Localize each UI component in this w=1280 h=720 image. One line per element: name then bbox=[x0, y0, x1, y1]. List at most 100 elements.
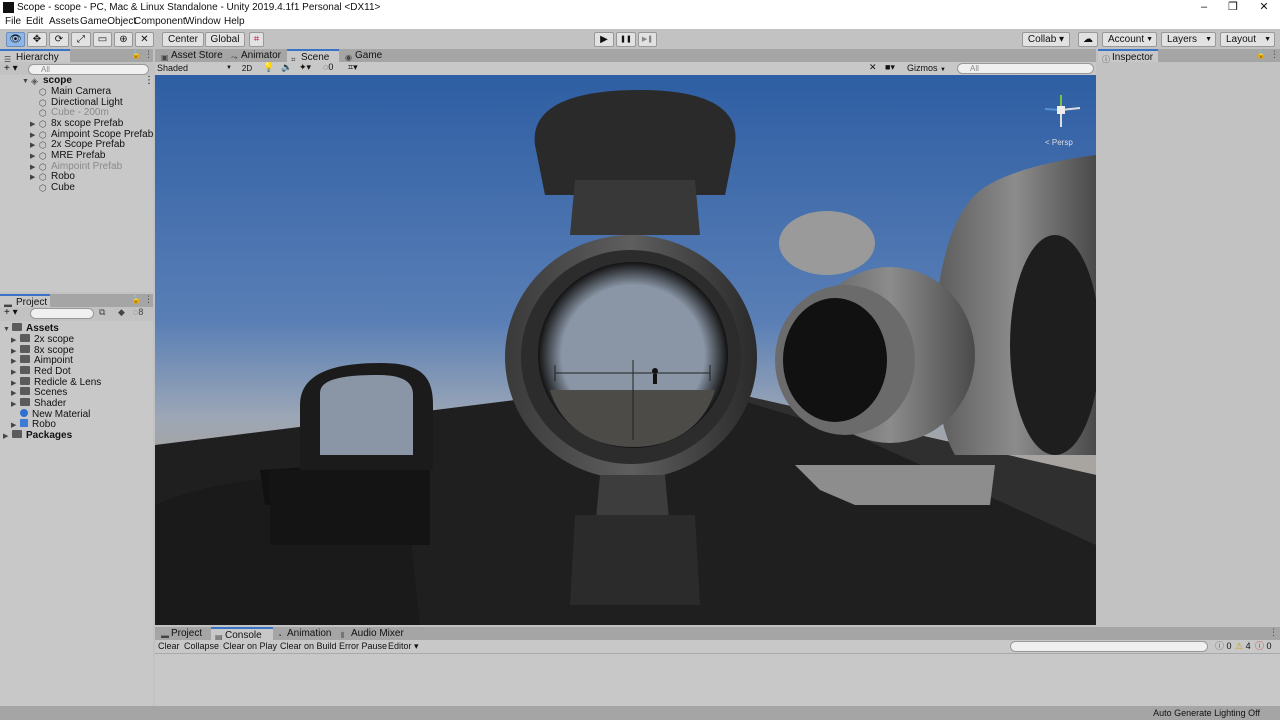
step-button[interactable]: ▶❚ bbox=[638, 32, 657, 47]
menu-gameobject[interactable]: GameObject bbox=[80, 16, 136, 27]
menu-window[interactable]: Window bbox=[185, 16, 221, 27]
hierarchy-item-cube[interactable]: ⬡ Cube bbox=[30, 183, 75, 193]
tab-animator[interactable]: ⤳ Animator bbox=[227, 49, 287, 62]
tab-inspector[interactable]: ⓘ Inspector bbox=[1098, 49, 1158, 64]
chevron-down-icon: ▼ bbox=[1146, 36, 1153, 43]
auto-lighting-status[interactable]: Auto Generate Lighting Off bbox=[1153, 708, 1260, 718]
error-pause-button[interactable]: Error Pause bbox=[339, 640, 387, 653]
warning-icon: ⚠ bbox=[1235, 641, 1244, 651]
tab-animation[interactable]: ◔ Animation bbox=[273, 627, 337, 640]
persp-label[interactable]: < Persp bbox=[1045, 138, 1073, 147]
project-add-button[interactable]: + ▾ bbox=[4, 307, 18, 318]
scene-search-input[interactable]: All bbox=[957, 63, 1094, 74]
filter-label-icon[interactable]: ◆ bbox=[118, 307, 125, 318]
panel-menu-icon[interactable]: ⋮ bbox=[144, 49, 153, 60]
pivot-center-button[interactable]: Center bbox=[162, 32, 204, 47]
cloud-glyph: ☁ bbox=[1083, 34, 1093, 45]
filter-type-icon[interactable]: ⧉ bbox=[99, 307, 105, 318]
scale-tool-icon[interactable]: ⤢ bbox=[71, 32, 91, 47]
expand-arrow-icon[interactable]: ▶ bbox=[30, 120, 39, 130]
tab-console[interactable]: ▤ Console bbox=[211, 627, 273, 642]
project-tabbar: ▬ Project 🔒 ⋮ bbox=[0, 294, 153, 309]
grid-snap-icon[interactable]: ⌗ bbox=[249, 32, 264, 47]
close-button[interactable]: ✕ bbox=[1249, 0, 1279, 15]
audio-toggle-icon[interactable]: 🔈 bbox=[281, 62, 292, 73]
warning-count[interactable]: ⚠ 4 bbox=[1235, 640, 1251, 653]
effects-toggle-icon[interactable]: ✦▾ bbox=[299, 62, 311, 73]
hierarchy-item-label: Robo bbox=[51, 171, 75, 182]
project-packages-root[interactable]: ▶ Packages bbox=[3, 430, 72, 442]
console-log-area[interactable] bbox=[155, 653, 1280, 706]
clear-on-play-button[interactable]: Clear on Play bbox=[223, 640, 277, 653]
tab-game[interactable]: ◉ Game bbox=[341, 49, 391, 62]
tab-label: Asset Store bbox=[171, 50, 223, 61]
tab-hierarchy[interactable]: ☰ Hierarchy bbox=[0, 49, 70, 64]
hidden-packages-icon[interactable]: ◌8 bbox=[133, 307, 143, 317]
log-count[interactable]: ⓘ 0 bbox=[1215, 640, 1232, 653]
lock-icon[interactable]: 🔒 bbox=[131, 50, 141, 59]
lock-icon[interactable]: 🔒 bbox=[1256, 50, 1266, 59]
account-dropdown[interactable]: Account ▼ bbox=[1102, 32, 1157, 47]
tab-scene[interactable]: ⌗ Scene bbox=[287, 49, 339, 64]
scope-cap-hinge bbox=[570, 180, 700, 235]
scene-render[interactable] bbox=[155, 75, 1096, 625]
cloud-icon[interactable]: ☁ bbox=[1078, 32, 1098, 47]
grid-toggle-icon[interactable]: ⌗▾ bbox=[348, 62, 358, 73]
panel-menu-icon[interactable]: ⋮ bbox=[1269, 627, 1278, 638]
tab-asset-store[interactable]: ▣ Asset Store bbox=[157, 49, 227, 62]
camera-icon[interactable]: ■▾ bbox=[885, 62, 895, 73]
tab-project-bottom[interactable]: ▬ Project bbox=[157, 627, 209, 640]
tab-project[interactable]: ▬ Project bbox=[0, 294, 50, 309]
expand-arrow-icon[interactable]: ▶ bbox=[30, 152, 39, 162]
hierarchy-add-button[interactable]: + ▾ bbox=[4, 63, 18, 74]
scene-menu-icon[interactable]: ⋮ bbox=[144, 76, 154, 86]
minimize-button[interactable]: – bbox=[1189, 0, 1219, 15]
menu-file[interactable]: File bbox=[5, 16, 21, 27]
lock-icon[interactable]: 🔒 bbox=[131, 295, 141, 304]
editor-dropdown[interactable]: Editor ▾ bbox=[388, 640, 419, 653]
move-tool-icon[interactable]: ✥ bbox=[27, 32, 47, 47]
console-search-input[interactable] bbox=[1010, 641, 1208, 652]
right-scope-lens bbox=[783, 298, 887, 422]
rotate-tool-icon[interactable]: ⟳ bbox=[49, 32, 69, 47]
layers-dropdown[interactable]: Layers ▼ bbox=[1161, 32, 1216, 47]
hidden-objects-icon[interactable]: ◌0 bbox=[323, 62, 333, 72]
panel-menu-icon[interactable]: ⋮ bbox=[1270, 49, 1279, 60]
expand-arrow-icon[interactable]: ▶ bbox=[30, 141, 39, 151]
rect-tool-icon[interactable]: ▭ bbox=[93, 32, 112, 47]
clear-on-build-button[interactable]: Clear on Build bbox=[280, 640, 337, 653]
clear-button[interactable]: Clear bbox=[158, 640, 180, 653]
tools-icon[interactable]: ✕ bbox=[869, 62, 877, 73]
space-global-button[interactable]: Global bbox=[205, 32, 245, 47]
panel-menu-icon[interactable]: ⋮ bbox=[144, 294, 153, 305]
scene-viewport[interactable]: < Persp bbox=[155, 75, 1096, 625]
menu-help[interactable]: Help bbox=[224, 16, 245, 27]
collab-dropdown[interactable]: Collab ▾ bbox=[1022, 32, 1070, 47]
menu-edit[interactable]: Edit bbox=[26, 16, 43, 27]
tab-audio-mixer[interactable]: ⫴ Audio Mixer bbox=[337, 627, 405, 640]
lighting-toggle-icon[interactable]: 💡 bbox=[263, 62, 274, 73]
project-item-label: Scenes bbox=[34, 387, 68, 398]
pause-button[interactable]: ❚❚ bbox=[616, 32, 636, 47]
2d-toggle[interactable]: 2D bbox=[239, 63, 255, 74]
layout-dropdown[interactable]: Layout ▼ bbox=[1220, 32, 1275, 47]
gizmo-center[interactable] bbox=[1057, 106, 1065, 114]
collapse-button[interactable]: Collapse bbox=[184, 640, 219, 653]
gizmos-dropdown[interactable]: Gizmos ▼ bbox=[907, 63, 946, 73]
hierarchy-item-cube-200m[interactable]: ⬡ Cube - 200m bbox=[30, 108, 109, 118]
project-search-input[interactable] bbox=[30, 308, 94, 319]
play-button[interactable]: ▶ bbox=[594, 32, 614, 47]
shading-mode-dropdown[interactable]: Shaded ▼ bbox=[157, 63, 234, 74]
error-count[interactable]: ⓘ 0 bbox=[1255, 640, 1272, 653]
account-label: Account bbox=[1108, 34, 1145, 45]
custom-tool-icon[interactable]: ✕ bbox=[135, 32, 154, 47]
view-tool-icon[interactable]: 👁 bbox=[6, 32, 25, 47]
menu-component[interactable]: Component bbox=[134, 16, 186, 27]
hierarchy-search-input[interactable]: All bbox=[28, 64, 149, 75]
restore-button[interactable]: ❐ bbox=[1218, 0, 1248, 15]
transform-tool-icon[interactable]: ⊕ bbox=[114, 32, 133, 47]
hierarchy-item-main-camera[interactable]: ⬡ Main Camera bbox=[30, 87, 111, 97]
menu-assets[interactable]: Assets bbox=[49, 16, 79, 27]
prefab-icon: ⬡ bbox=[39, 151, 47, 161]
expand-arrow-icon[interactable]: ▶ bbox=[30, 173, 39, 183]
